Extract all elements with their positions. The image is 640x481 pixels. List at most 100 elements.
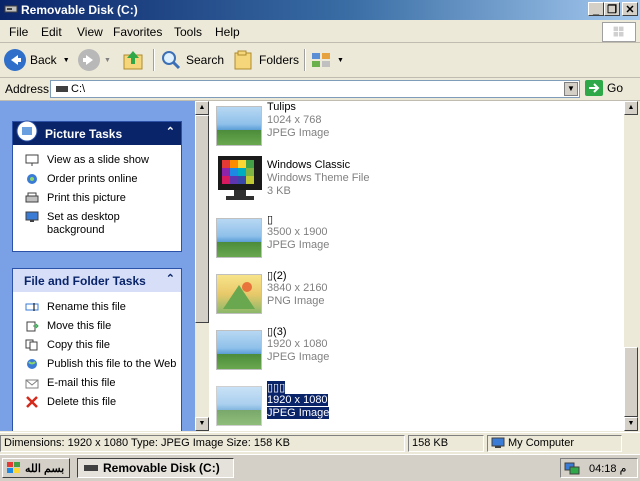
image-thumbnail <box>216 106 262 146</box>
delete-icon <box>26 396 38 408</box>
file-item[interactable]: Windows Classic Windows Theme File 3 KB <box>214 156 614 206</box>
task-print-picture[interactable]: Print this picture <box>13 189 181 208</box>
menu-file[interactable]: File <box>9 25 28 39</box>
task-label: Publish this file to the Web <box>47 358 177 370</box>
start-label: بسم الله <box>25 462 65 475</box>
picture-tasks-header[interactable]: Picture Tasks ⌃ <box>13 120 181 145</box>
up-folder-icon <box>123 51 143 70</box>
picture-tasks-panel: Picture Tasks ⌃ View as a slide show Ord… <box>12 120 182 252</box>
my-computer-icon <box>491 437 505 448</box>
menu-help[interactable]: Help <box>215 25 240 39</box>
scroll-down-arrow-icon[interactable]: ▼ <box>195 417 209 431</box>
task-publish-web[interactable]: Publish this file to the Web <box>13 355 181 374</box>
menu-view[interactable]: View <box>77 25 103 39</box>
maximize-button[interactable]: ❐ <box>604 2 620 16</box>
views-button[interactable]: ▼ <box>310 47 344 73</box>
clock[interactable]: 04:18 م <box>589 462 626 475</box>
toolbar: Back ▼ ▼ Search Folders ▼ <box>0 43 640 78</box>
back-label: Back <box>30 53 57 67</box>
collapse-chevron-icon[interactable]: ⌃ <box>166 125 175 138</box>
task-delete-file[interactable]: Delete this file <box>13 393 181 412</box>
file-type: Windows Theme File <box>267 172 370 184</box>
file-type: JPEG Image <box>267 127 330 139</box>
close-button[interactable]: ✕ <box>622 2 638 16</box>
file-list: Tulips 1024 x 768 JPEG Image Windows Cla… <box>209 101 624 431</box>
taskbar-window-button[interactable]: Removable Disk (C:) <box>77 458 234 478</box>
task-order-prints[interactable]: Order prints online <box>13 170 181 189</box>
address-bar: Address C:\ ▼ Go <box>0 78 640 101</box>
address-dropdown-icon[interactable]: ▼ <box>564 82 578 96</box>
scroll-up-arrow-icon[interactable]: ▲ <box>624 101 638 115</box>
file-item-selected[interactable]: ▯▯▯ 1920 x 1080 JPEG Image <box>214 381 614 431</box>
back-dropdown-icon[interactable]: ▼ <box>63 57 70 64</box>
views-dropdown-icon[interactable]: ▼ <box>337 57 344 64</box>
file-name: ▯ <box>267 214 274 226</box>
collapse-chevron-icon[interactable]: ⌃ <box>166 272 175 285</box>
file-dimensions: 3840 x 2160 <box>267 282 328 294</box>
task-label: Order prints online <box>47 173 138 185</box>
drive-icon <box>84 465 98 471</box>
go-arrow-icon <box>585 80 603 96</box>
forward-dropdown-icon[interactable]: ▼ <box>104 57 111 64</box>
back-arrow-icon <box>4 49 26 71</box>
menu-favorites[interactable]: Favorites <box>113 25 162 39</box>
file-name: Tulips <box>267 101 296 113</box>
slide-show-icon <box>25 154 39 166</box>
file-item[interactable]: ▯(3) 1920 x 1080 JPEG Image <box>214 325 614 375</box>
back-button[interactable]: Back ▼ <box>4 47 70 73</box>
search-button[interactable]: Search <box>160 47 224 73</box>
toolbar-separator <box>304 49 306 71</box>
task-pane: Picture Tasks ⌃ View as a slide show Ord… <box>0 101 195 431</box>
task-move-file[interactable]: Move this file <box>13 317 181 336</box>
picture-tasks-title: Picture Tasks <box>45 127 123 141</box>
scrollbar-thumb[interactable] <box>195 115 209 323</box>
go-button[interactable]: Go <box>585 80 623 96</box>
task-label: Copy this file <box>47 339 110 351</box>
address-path: C:\ <box>71 83 86 95</box>
file-item[interactable]: Tulips 1024 x 768 JPEG Image <box>214 101 614 151</box>
task-rename-file[interactable]: Rename this file <box>13 298 181 317</box>
task-set-desktop-background[interactable]: Set as desktop background <box>13 208 181 240</box>
menu-tools[interactable]: Tools <box>174 25 202 39</box>
views-icon <box>312 53 330 67</box>
windows-flag-icon <box>7 462 20 473</box>
task-pane-scrollbar[interactable]: ▲ ▼ <box>195 101 209 431</box>
network-icon[interactable] <box>564 461 580 475</box>
up-folder-button[interactable] <box>122 47 146 73</box>
image-thumbnail <box>216 386 262 426</box>
address-input[interactable]: C:\ ▼ <box>50 80 580 98</box>
system-tray: 04:18 م <box>560 458 638 478</box>
file-dimensions: 1024 x 768 <box>267 114 322 126</box>
drive-icon <box>56 86 68 92</box>
task-slide-show[interactable]: View as a slide show <box>13 151 181 170</box>
desktop-icon <box>25 211 39 222</box>
file-list-scrollbar[interactable]: ▲ ▼ <box>624 101 638 431</box>
folders-button[interactable]: Folders <box>233 47 299 73</box>
start-button[interactable]: بسم الله <box>2 458 70 478</box>
task-copy-file[interactable]: Copy this file <box>13 336 181 355</box>
task-label: E-mail this file <box>47 377 116 389</box>
title-bar[interactable]: Removable Disk (C:) _ ❐ ✕ <box>0 0 640 20</box>
email-icon <box>25 379 39 389</box>
window-title: Removable Disk (C:) <box>21 3 138 17</box>
scroll-down-arrow-icon[interactable]: ▼ <box>624 417 638 431</box>
status-bar: Dimensions: 1920 x 1080 Type: JPEG Image… <box>0 432 640 454</box>
windows-logo-icon <box>602 22 636 42</box>
minimize-button[interactable]: _ <box>588 2 604 16</box>
folders-label: Folders <box>259 53 300 67</box>
file-folder-tasks-header[interactable]: File and Folder Tasks ⌃ <box>13 269 181 292</box>
file-item[interactable]: ▯ 3500 x 1900 JPEG Image <box>214 213 614 263</box>
menu-edit[interactable]: Edit <box>41 25 62 39</box>
search-icon <box>162 51 181 70</box>
forward-button[interactable]: ▼ <box>78 47 111 73</box>
task-label: Print this picture <box>47 192 126 204</box>
file-type: JPEG Image <box>267 351 330 363</box>
drive-icon <box>4 5 18 13</box>
order-prints-icon <box>27 174 37 184</box>
file-dimensions: 1920 x 1080 <box>267 338 328 350</box>
scroll-up-arrow-icon[interactable]: ▲ <box>195 101 209 115</box>
task-label: Move this file <box>47 320 112 332</box>
task-email-file[interactable]: E-mail this file <box>13 374 181 393</box>
scrollbar-thumb[interactable] <box>624 347 638 417</box>
file-item[interactable]: ▯(2) 3840 x 2160 PNG Image <box>214 269 614 319</box>
